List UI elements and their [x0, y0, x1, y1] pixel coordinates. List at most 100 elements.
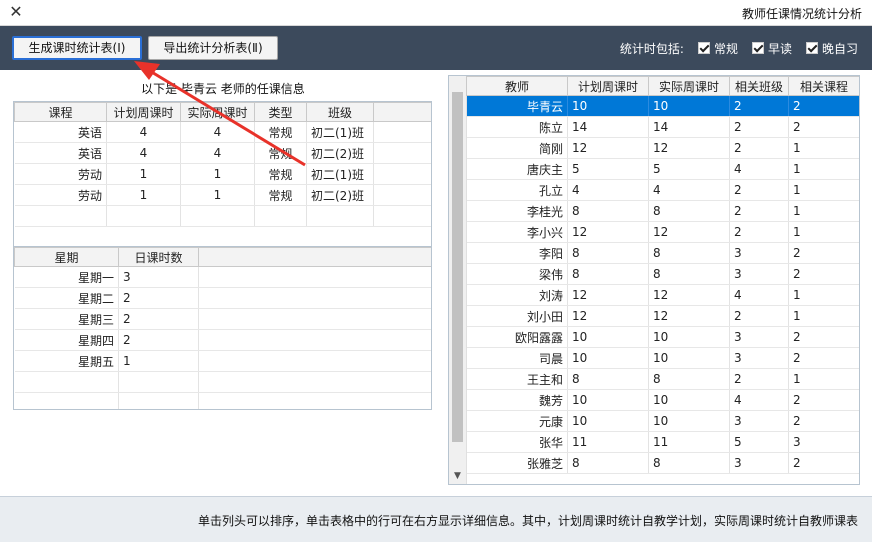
scroll-thumb[interactable] — [452, 92, 463, 442]
col-planned-hours[interactable]: 计划周课时 — [106, 102, 181, 122]
course-row[interactable]: 英语 4 4 常规 初二(2)班 — [14, 142, 431, 164]
export-analysis-button[interactable]: 导出统计分析表(Ⅱ) — [148, 36, 278, 60]
filter-evening-checkbox[interactable]: 晚自习 — [805, 40, 858, 57]
filter-regular-checkbox[interactable]: 常规 — [697, 40, 738, 57]
table-cell: 魏芳 — [466, 389, 568, 411]
table-cell: 2 — [729, 368, 789, 390]
col-daily-hours[interactable]: 日课时数 — [118, 247, 199, 267]
weekday-row[interactable]: 星期三 2 — [14, 308, 431, 330]
table-cell: 10 — [648, 95, 730, 117]
table-cell: 1 — [788, 284, 859, 306]
table-cell: 1 — [118, 350, 199, 372]
table-cell: 星期一 — [14, 266, 119, 288]
teacher-row[interactable]: 张雅芝 8 8 3 2 — [466, 452, 859, 474]
table-cell: 8 — [567, 263, 649, 285]
table-cell: 10 — [567, 410, 649, 432]
col-related-courses[interactable]: 相关课程 — [788, 76, 859, 96]
window-title: 教师任课情况统计分析 — [741, 7, 862, 21]
teacher-row[interactable]: 张华 11 11 5 3 — [466, 431, 859, 453]
table-cell: 孔立 — [466, 179, 568, 201]
table-cell: 星期二 — [14, 287, 119, 309]
teacher-row[interactable]: 孔立 4 4 2 1 — [466, 179, 859, 201]
teacher-row[interactable]: 欧阳露露 10 10 3 2 — [466, 326, 859, 348]
teacher-row[interactable]: 李阳 8 8 3 2 — [466, 242, 859, 264]
teacher-row[interactable]: 李小兴 12 12 2 1 — [466, 221, 859, 243]
generate-stats-button[interactable]: 生成课时统计表(Ⅰ) — [12, 36, 142, 60]
weekday-row[interactable]: 星期二 2 — [14, 287, 431, 309]
teacher-row[interactable]: 陈立 14 14 2 2 — [466, 116, 859, 138]
teacher-row[interactable]: 元康 10 10 3 2 — [466, 410, 859, 432]
col-course[interactable]: 课程 — [14, 102, 107, 122]
weekday-row[interactable]: 星期一 3 — [14, 266, 431, 288]
course-row[interactable]: 劳动 1 1 常规 初二(1)班 — [14, 163, 431, 185]
table-cell: 初二(2)班 — [306, 142, 374, 164]
col-actual-hours[interactable]: 实际周课时 — [648, 76, 730, 96]
table-cell: 2 — [788, 410, 859, 432]
table-cell: 元康 — [466, 410, 568, 432]
close-icon[interactable]: ✕ — [6, 2, 26, 22]
table-cell-empty — [198, 308, 431, 330]
vertical-scrollbar[interactable]: ▼ — [449, 76, 467, 484]
col-actual-hours[interactable]: 实际周课时 — [180, 102, 255, 122]
toolbar: 生成课时统计表(Ⅰ) 导出统计分析表(Ⅱ) 统计时包括: 常规 早读 晚自习 — [0, 26, 872, 70]
weekday-row[interactable]: 星期四 2 — [14, 329, 431, 351]
teacher-table: 教师 计划周课时 实际周课时 相关班级 相关课程 毕青云 10 10 2 2 陈立 14 14… — [466, 76, 859, 474]
teacher-row[interactable]: 王主和 8 8 2 1 — [466, 368, 859, 390]
col-planned-hours[interactable]: 计划周课时 — [567, 76, 649, 96]
course-row[interactable] — [14, 205, 431, 227]
table-cell: 4 — [106, 142, 181, 164]
teacher-row[interactable]: 司晨 10 10 3 2 — [466, 347, 859, 369]
table-cell: 3 — [729, 326, 789, 348]
col-type[interactable]: 类型 — [254, 102, 307, 122]
teacher-row[interactable]: 魏芳 10 10 4 2 — [466, 389, 859, 411]
col-weekday[interactable]: 星期 — [14, 247, 119, 267]
table-cell: 2 — [788, 116, 859, 138]
col-related-classes[interactable]: 相关班级 — [729, 76, 789, 96]
table-cell: 2 — [788, 263, 859, 285]
table-cell: 常规 — [254, 184, 307, 206]
teacher-row[interactable]: 唐庆主 5 5 4 1 — [466, 158, 859, 180]
weekday-row[interactable]: 星期五 1 — [14, 350, 431, 372]
table-cell: 8 — [648, 263, 730, 285]
teacher-row[interactable]: 毕青云 10 10 2 2 — [466, 95, 859, 117]
table-cell: 11 — [567, 431, 649, 453]
chevron-down-icon[interactable]: ▼ — [449, 468, 466, 484]
course-row[interactable]: 劳动 1 1 常规 初二(2)班 — [14, 184, 431, 206]
table-cell: 常规 — [254, 121, 307, 143]
teacher-row[interactable]: 李桂光 8 8 2 1 — [466, 200, 859, 222]
weekday-row[interactable] — [14, 371, 431, 393]
table-cell-empty — [198, 266, 431, 288]
course-row[interactable]: 英语 4 4 常规 初二(1)班 — [14, 121, 431, 143]
weekday-row[interactable] — [14, 392, 431, 409]
teacher-row[interactable]: 刘涛 12 12 4 1 — [466, 284, 859, 306]
table-cell: 11 — [648, 431, 730, 453]
table-cell: 2 — [788, 389, 859, 411]
table-cell-empty — [373, 142, 431, 164]
table-cell: 12 — [567, 284, 649, 306]
teacher-row[interactable]: 刘小田 12 12 2 1 — [466, 305, 859, 327]
col-teacher[interactable]: 教师 — [466, 76, 568, 96]
table-cell: 8 — [567, 452, 649, 474]
table-cell: 2 — [788, 242, 859, 264]
table-cell: 8 — [567, 368, 649, 390]
filter-regular-label: 常规 — [713, 41, 738, 56]
teacher-row[interactable]: 简刚 12 12 2 1 — [466, 137, 859, 159]
table-cell: 8 — [648, 452, 730, 474]
table-cell: 1 — [788, 200, 859, 222]
table-cell: 唐庆主 — [466, 158, 568, 180]
col-class[interactable]: 班级 — [306, 102, 374, 122]
table-cell: 欧阳露露 — [466, 326, 568, 348]
table-cell: 2 — [118, 287, 199, 309]
table-cell: 2 — [118, 308, 199, 330]
table-cell: 12 — [648, 137, 730, 159]
table-cell-empty — [198, 371, 431, 393]
table-cell: 10 — [567, 389, 649, 411]
filter-evening-label: 晚自习 — [821, 41, 858, 56]
detail-caption: 以下是 毕青云 老师的任课信息 — [141, 82, 305, 96]
table-cell: 1 — [788, 221, 859, 243]
teacher-row[interactable]: 梁伟 8 8 3 2 — [466, 263, 859, 285]
filter-morning-checkbox[interactable]: 早读 — [751, 40, 792, 57]
table-cell: 陈立 — [466, 116, 568, 138]
table-cell: 10 — [648, 389, 730, 411]
table-cell: 8 — [567, 200, 649, 222]
